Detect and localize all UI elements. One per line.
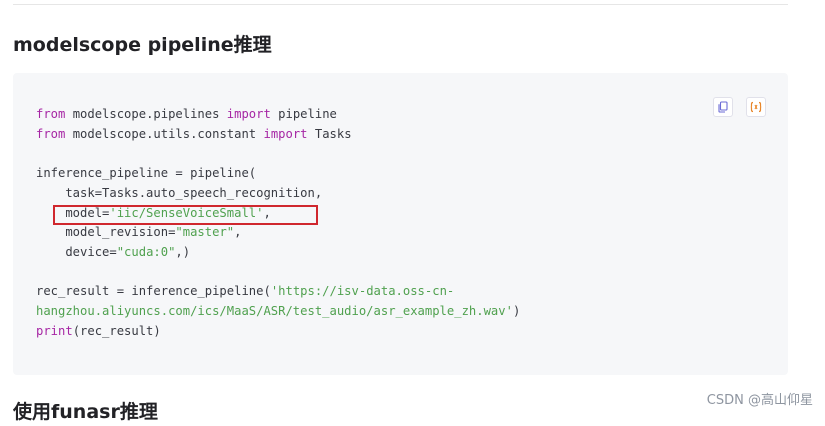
- code-text: (rec_result): [72, 323, 161, 338]
- code-text: model_revision=: [36, 225, 176, 240]
- code-line-4: inference_pipeline = pipeline(: [36, 166, 257, 181]
- keyword: from: [36, 107, 66, 121]
- section-heading: modelscope pipeline推理: [13, 34, 272, 56]
- code-block: from modelscope.pipelines import pipelin…: [13, 73, 788, 375]
- string-literal: "master": [175, 225, 235, 240]
- code-line-12: print(rec_result): [36, 324, 161, 338]
- code-text: pipeline: [270, 107, 337, 121]
- copy-icon: [718, 101, 728, 113]
- code-text: ,): [175, 244, 191, 259]
- code-line-7: model_revision="master",: [36, 225, 241, 239]
- code-line-2: from modelscope.utils.constant import Ta…: [36, 127, 352, 141]
- watermark: CSDN @高山仰星: [706, 393, 813, 408]
- highlight-annotation-box: [53, 205, 318, 225]
- code-text: Tasks: [307, 126, 352, 141]
- code-line-8: device="cuda:0",): [36, 245, 190, 259]
- string-literal: hangzhou.aliyuncs.com/ics/MaaS/ASR/test_…: [36, 304, 513, 319]
- code-text: ): [512, 304, 521, 319]
- code-text: device=: [36, 244, 117, 259]
- string-literal: 'https://isv-data.oss-cn-: [270, 284, 455, 299]
- top-divider: [13, 4, 788, 5]
- code-line-10: rec_result = inference_pipeline('https:/…: [36, 284, 454, 298]
- next-section-heading: 使用funasr推理: [13, 401, 158, 423]
- keyword: print: [36, 323, 73, 338]
- code-text: modelscope.utils.constant: [65, 126, 264, 141]
- ai-assist-icon: [750, 101, 762, 113]
- code-text: ,: [234, 225, 242, 240]
- keyword: from: [36, 126, 66, 141]
- string-literal: "cuda:0": [116, 244, 176, 259]
- code-line-11: hangzhou.aliyuncs.com/ics/MaaS/ASR/test_…: [36, 304, 520, 318]
- copy-code-button[interactable]: [713, 97, 733, 117]
- code-line-5: task=Tasks.auto_speech_recognition,: [36, 185, 323, 200]
- code-line-1: from modelscope.pipelines import pipelin…: [36, 107, 337, 121]
- code-text: modelscope.pipelines: [65, 107, 227, 121]
- ai-assist-button[interactable]: [746, 97, 766, 117]
- code-text: rec_result = inference_pipeline(: [36, 284, 271, 299]
- keyword: import: [263, 126, 308, 141]
- keyword: import: [226, 107, 271, 121]
